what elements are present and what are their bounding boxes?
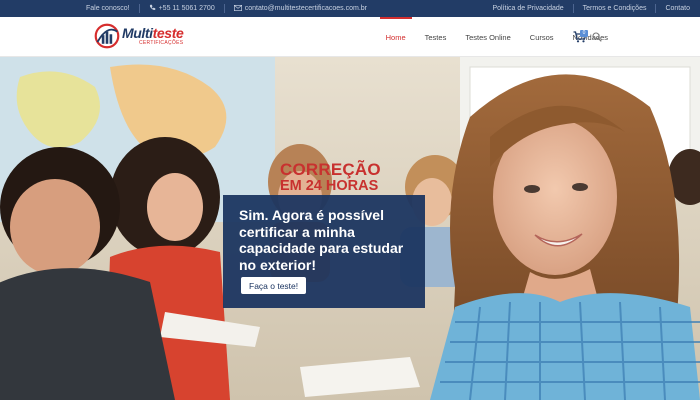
email-address: contato@multitestecertificacoes.com.br bbox=[244, 5, 367, 12]
nav-item-testes[interactable]: Testes bbox=[425, 17, 447, 57]
phone-icon bbox=[149, 4, 156, 13]
hero-message: Sim. Agora é possível certificar a minha… bbox=[239, 207, 404, 273]
divider bbox=[223, 4, 225, 13]
site-header: Multiteste CERTIFICAÇÕES Home Testes Tes… bbox=[0, 17, 700, 57]
brand-tagline: CERTIFICAÇÕES bbox=[138, 40, 184, 46]
logo[interactable]: Multiteste CERTIFICAÇÕES bbox=[94, 23, 184, 49]
nav-item-testes-online[interactable]: Testes Online bbox=[465, 17, 510, 57]
logo-text: Multiteste CERTIFICAÇÕES bbox=[122, 25, 184, 46]
email-icon bbox=[233, 4, 242, 13]
phone-number: +55 11 5061 2700 bbox=[158, 5, 215, 12]
privacy-link[interactable]: Política de Privacidade bbox=[492, 5, 563, 12]
divider bbox=[138, 4, 140, 13]
contact-link[interactable]: Contato bbox=[665, 5, 690, 12]
terms-link[interactable]: Termos e Condições bbox=[583, 5, 647, 12]
nav-item-home[interactable]: Home bbox=[379, 17, 412, 57]
email-link[interactable]: contato@multitestecertificacoes.com.br bbox=[233, 4, 367, 13]
brand-name-part2: teste bbox=[152, 25, 184, 41]
phone-link[interactable]: +55 11 5061 2700 bbox=[149, 4, 215, 13]
logo-icon bbox=[94, 23, 120, 49]
hero-message-box: Sim. Agora é possível certificar a minha… bbox=[223, 195, 425, 308]
headline-line-1: CORREÇÃO bbox=[280, 160, 381, 179]
hero-headline: CORREÇÃO EM 24 HORAS bbox=[280, 161, 381, 194]
divider bbox=[572, 4, 574, 13]
top-bar: Fale conosco! +55 11 5061 2700 contato@m… bbox=[0, 0, 700, 17]
brand-name: Multiteste bbox=[122, 25, 184, 41]
cart-count-badge: 0 bbox=[580, 30, 588, 37]
nav-item-cursos[interactable]: Cursos bbox=[530, 17, 554, 57]
take-test-button[interactable]: Faça o teste! bbox=[241, 277, 307, 294]
top-bar-contact: Fale conosco! +55 11 5061 2700 contato@m… bbox=[86, 4, 367, 13]
brand-name-part1: Multi bbox=[122, 25, 153, 41]
top-bar-links: Política de Privacidade Termos e Condiçõ… bbox=[492, 4, 690, 13]
search-icon[interactable] bbox=[592, 32, 602, 42]
headline-line-2: EM 24 HORAS bbox=[280, 177, 379, 194]
contact-label: Fale conosco! bbox=[86, 5, 130, 12]
divider bbox=[655, 4, 657, 13]
